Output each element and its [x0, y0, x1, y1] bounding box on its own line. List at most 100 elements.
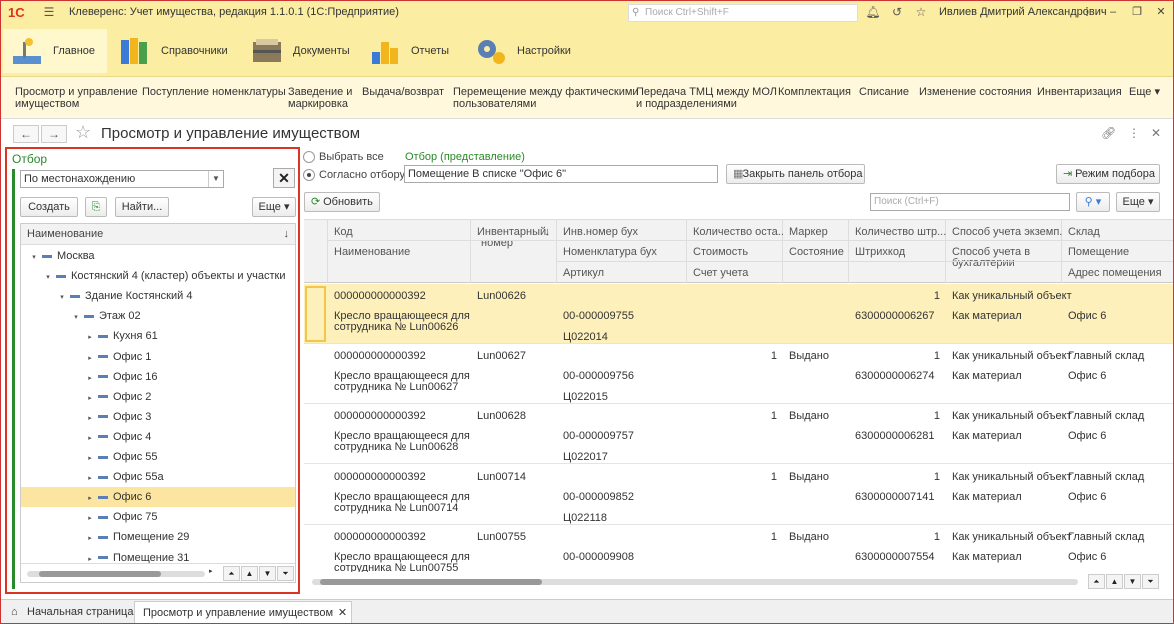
tree-node[interactable]: ▾ Москва: [21, 246, 295, 266]
fn-more[interactable]: Еще ▾: [1129, 86, 1160, 98]
scroll-top-button[interactable]: ⏶: [223, 566, 240, 581]
grid-scroll-top-button[interactable]: ⏶: [1088, 574, 1105, 589]
fn-view-manage[interactable]: Просмотр и управление имуществом: [15, 86, 138, 110]
table-row[interactable]: 000000000000392 Кресло вращающееся для сот…: [304, 284, 1173, 344]
find-button[interactable]: Найти...: [115, 197, 169, 217]
expand-icon[interactable]: ▸: [85, 389, 95, 409]
fn-issue-return[interactable]: Выдача/возврат: [362, 86, 444, 98]
more-button[interactable]: Еще ▾: [252, 197, 296, 217]
clear-filter-button[interactable]: ✕: [273, 168, 295, 188]
expand-icon[interactable]: ▸: [85, 429, 95, 449]
tree-node[interactable]: ▸ Офис 16: [21, 367, 295, 387]
expand-icon[interactable]: ▾: [57, 288, 67, 308]
link-icon[interactable]: 🔗︎: [1101, 126, 1116, 140]
tree-node[interactable]: ▸ Офис 6: [21, 487, 295, 509]
tab-close-icon[interactable]: ✕: [338, 602, 347, 623]
menu-icon[interactable]: ☰: [41, 4, 57, 20]
grid-header-invbuh[interactable]: Инв.номер бух Номенклатура бух Артикул: [557, 220, 687, 283]
grid-hscroll[interactable]: [312, 579, 1078, 585]
tree-node[interactable]: ▸ Кухня 61: [21, 326, 295, 346]
tree-node[interactable]: ▾ Костянский 4 (кластер) объекты и участк…: [21, 266, 295, 286]
grid-header-marker-col[interactable]: Маркер Состояние: [783, 220, 849, 283]
tree-node[interactable]: ▸ Помещение 29: [21, 527, 295, 547]
tree-header[interactable]: Наименование ↓: [21, 224, 295, 245]
filter-type-select[interactable]: По местонахождению ▼: [20, 170, 224, 188]
search-button[interactable]: ⚲ ▾: [1076, 192, 1110, 212]
expand-icon[interactable]: ▾: [71, 308, 81, 328]
tree-node[interactable]: ▸ Офис 2: [21, 387, 295, 407]
scroll-right-icon[interactable]: ▸: [209, 567, 213, 575]
pick-mode-button[interactable]: ⇥ Режим подбора: [1056, 164, 1160, 184]
grid-search-input[interactable]: Поиск (Ctrl+F): [870, 193, 1070, 211]
more-vert-icon[interactable]: ⋮: [1128, 126, 1140, 140]
more-menu-icon[interactable]: ⋮: [1079, 4, 1095, 20]
expand-icon[interactable]: ▸: [85, 489, 95, 509]
by-filter-radio[interactable]: [303, 169, 315, 181]
fn-receipt[interactable]: Поступление номенклатуры: [142, 86, 286, 98]
refresh-button[interactable]: ⟳ Обновить: [304, 192, 380, 212]
table-row[interactable]: 000000000000392 Кресло вращающееся для сот…: [304, 465, 1173, 525]
close-filter-button[interactable]: ▦ Закрыть панель отбора: [726, 164, 865, 184]
star-icon[interactable]: ☆: [913, 4, 929, 20]
grid-header-qty[interactable]: Количество оста... Стоимость Счет учета: [687, 220, 787, 283]
expand-icon[interactable]: ▸: [85, 509, 95, 529]
expand-icon[interactable]: ▾: [43, 268, 53, 288]
section-documents[interactable]: Документы: [243, 29, 353, 73]
tree-node[interactable]: ▸ Офис 55: [21, 447, 295, 467]
copy-button[interactable]: ⎘: [85, 197, 107, 217]
expand-icon[interactable]: ▾: [29, 248, 39, 268]
expand-icon[interactable]: ▸: [85, 529, 95, 549]
expand-icon[interactable]: ▸: [85, 369, 95, 389]
forward-button[interactable]: →: [41, 125, 67, 143]
back-button[interactable]: ←: [13, 125, 39, 143]
grid-header-barcode[interactable]: Количество штр... Штрихкод: [849, 220, 946, 283]
grid-header-accounting[interactable]: Способ учета экземп... Способ учета в бу…: [946, 220, 1068, 283]
history-icon[interactable]: ↺: [889, 4, 905, 20]
tab-home[interactable]: ⌂ Начальная страница: [3, 601, 141, 623]
tab-view-manage[interactable]: Просмотр и управление имуществом ✕: [134, 601, 353, 623]
expand-icon[interactable]: ▸: [85, 328, 95, 348]
scroll-bottom-button[interactable]: ⏷: [277, 566, 294, 581]
favorite-star-icon[interactable]: ☆: [75, 122, 91, 143]
grid-header-inv[interactable]: Инвентарный номер ↓: [471, 220, 557, 283]
grid-scroll-down-button[interactable]: ▼: [1124, 574, 1141, 589]
scroll-up-button[interactable]: ▲: [241, 566, 258, 581]
maximize-icon[interactable]: ❐: [1129, 4, 1145, 20]
tree-node[interactable]: ▸ Офис 4: [21, 427, 295, 447]
table-row[interactable]: 000000000000392 Кресло вращающееся для сот…: [304, 404, 1173, 465]
tree-node[interactable]: ▸ Офис 3: [21, 407, 295, 427]
minimize-icon[interactable]: –: [1105, 4, 1121, 20]
close-icon[interactable]: ✕: [1153, 4, 1169, 20]
section-reports[interactable]: Отчеты: [361, 29, 461, 73]
tree-node[interactable]: ▸ Офис 1: [21, 347, 295, 367]
create-button[interactable]: Создать: [20, 197, 78, 217]
section-main[interactable]: Главное: [3, 29, 107, 73]
scroll-down-button[interactable]: ▼: [259, 566, 276, 581]
filter-view-field[interactable]: Помещение В списке "Офис 6": [404, 165, 718, 183]
expand-icon[interactable]: ▸: [85, 449, 95, 469]
fn-inventory[interactable]: Инвентаризация: [1037, 86, 1122, 98]
expand-icon[interactable]: ▸: [85, 349, 95, 369]
tree-node[interactable]: ▸ Офис 75: [21, 507, 295, 527]
form-close-icon[interactable]: ✕: [1151, 126, 1161, 140]
fn-transfer-mol[interactable]: Передача ТМЦ между МОЛ и подразделениями: [636, 86, 777, 110]
fn-writeoff[interactable]: Списание: [859, 86, 909, 98]
section-settings[interactable]: Настройки: [467, 29, 577, 73]
tree-node[interactable]: ▾ Этаж 02: [21, 306, 295, 326]
choose-all-radio[interactable]: [303, 151, 315, 163]
fn-change-state[interactable]: Изменение состояния: [919, 86, 1032, 98]
grid-header-stock[interactable]: Склад Помещение Адрес помещения: [1062, 220, 1173, 283]
fn-transfer-users[interactable]: Перемещение между фактическими пользовате…: [453, 86, 639, 110]
section-catalogs[interactable]: Справочники: [111, 29, 231, 73]
tree-hscroll[interactable]: [27, 571, 205, 577]
global-search-input[interactable]: ⚲ Поиск Ctrl+Shift+F: [628, 4, 858, 22]
expand-icon[interactable]: ▸: [85, 409, 95, 429]
tree-node[interactable]: ▾ Здание Костянский 4: [21, 286, 295, 306]
grid-more-button[interactable]: Еще ▾: [1116, 192, 1160, 212]
grid-header-code[interactable]: Код Наименование: [328, 220, 471, 283]
table-row[interactable]: 000000000000392 Кресло вращающееся для сот…: [304, 344, 1173, 405]
grid-scroll-up-button[interactable]: ▲: [1106, 574, 1123, 589]
fn-kitting[interactable]: Комплектация: [778, 86, 851, 98]
bell-icon[interactable]: 🔔︎: [865, 4, 881, 20]
expand-icon[interactable]: ▸: [85, 469, 95, 489]
